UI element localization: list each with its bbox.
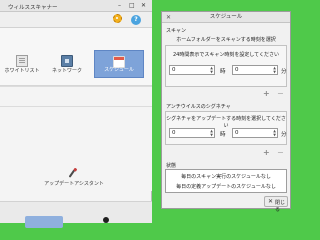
minimize-icon[interactable]: – xyxy=(118,2,121,10)
scan-hour-value: 0 xyxy=(172,67,176,73)
bottom-action-button[interactable] xyxy=(25,216,63,228)
divider xyxy=(0,86,152,87)
signature-minute-label: 分 xyxy=(281,132,287,138)
update-assistant-label: アップデートアシスタント xyxy=(44,181,104,187)
main-toolbar: ? xyxy=(0,12,152,28)
status-list: 毎日のスキャン実行のスケジュールなし 毎日の定義アップデートのスケジュールなし xyxy=(165,169,287,193)
close-icon: ✕ xyxy=(268,198,274,205)
tab-network-label: ネットワーク xyxy=(51,68,82,74)
update-assistant-button[interactable]: アップデートアシスタント xyxy=(24,169,124,187)
close-icon[interactable]: ✕ xyxy=(141,2,146,10)
whitelist-icon xyxy=(16,55,28,67)
signature-minute-spinbox[interactable]: 0 ▲ ▼ xyxy=(232,128,278,138)
spin-arrows-icon[interactable]: ▲ ▼ xyxy=(210,129,213,137)
tab-bar: ホワイトリスト ネットワーク スケジュール xyxy=(0,28,152,86)
scan-hour-spinbox[interactable]: 0 ▲ ▼ xyxy=(169,65,215,75)
main-panel: アップデートアシスタント xyxy=(0,86,152,191)
close-button[interactable]: ✕ 閉じる xyxy=(264,196,288,213)
scan-minute-label: 分 xyxy=(281,69,287,75)
settings-button[interactable] xyxy=(113,14,124,25)
help-icon[interactable]: ? xyxy=(131,15,141,25)
signature-hour-spinbox[interactable]: 0 ▲ ▼ xyxy=(169,128,215,138)
signature-minute-value: 0 xyxy=(235,130,239,136)
scan-prompt: ホームフォルダーをスキャンする時刻を選択 xyxy=(176,37,276,43)
dialog-title: スケジュール xyxy=(209,14,243,20)
status-line: 毎日のスキャン実行のスケジュールなし xyxy=(181,174,271,180)
main-titlebar[interactable]: ウィルススキャナー – □ ✕ xyxy=(0,0,152,12)
bug-icon[interactable] xyxy=(103,217,109,223)
scan-minute-spinbox[interactable]: 0 ▲ ▼ xyxy=(232,65,278,75)
scan-add-icon[interactable]: + xyxy=(263,90,270,98)
signature-instruction: シグネチャをアップデートする時刻を選択してください xyxy=(166,116,286,129)
scan-hour-label: 時 xyxy=(220,69,226,75)
signature-remove-icon[interactable]: − xyxy=(277,149,284,157)
main-window: ウィルススキャナー – □ ✕ ? ホワイトリスト ネットワーク スケジュール … xyxy=(0,0,152,228)
signature-hour-value: 0 xyxy=(172,130,176,136)
scan-remove-icon[interactable]: − xyxy=(277,90,284,98)
signature-add-icon[interactable]: + xyxy=(263,149,270,157)
tab-schedule[interactable]: スケジュール xyxy=(94,50,144,78)
status-line: 毎日の定義アップデートのスケジュールなし xyxy=(176,184,276,190)
main-bottom-bar xyxy=(0,201,152,228)
main-window-title: ウィルススキャナー xyxy=(8,5,58,11)
tab-schedule-label: スケジュール xyxy=(104,67,134,73)
tab-whitelist-label: ホワイトリスト xyxy=(4,68,40,74)
network-icon xyxy=(61,55,73,67)
signature-heading: アンチウイルスのシグネチャ xyxy=(166,104,231,110)
maximize-icon[interactable]: □ xyxy=(129,2,135,10)
gear-icon xyxy=(113,14,122,23)
tab-whitelist[interactable]: ホワイトリスト xyxy=(0,50,44,78)
scan-minute-value: 0 xyxy=(235,67,239,73)
scan-time-group: 24時間表示でスキャン時刻を設定してください 0 ▲ ▼ 時 0 ▲ ▼ 分 xyxy=(165,45,287,87)
spin-arrows-icon[interactable]: ▲ ▼ xyxy=(273,129,276,137)
spin-arrows-icon[interactable]: ▲ ▼ xyxy=(210,66,213,74)
signature-hour-label: 時 xyxy=(220,132,226,138)
pen-icon xyxy=(68,169,76,178)
scan-heading: スキャン xyxy=(166,28,187,34)
status-heading: 状態 xyxy=(166,163,177,169)
dialog-titlebar[interactable]: ✕ スケジュール xyxy=(162,12,290,23)
signature-time-group: シグネチャをアップデートする時刻を選択してください 0 ▲ ▼ 時 0 ▲ ▼ 分 xyxy=(165,111,287,145)
scan-instruction: 24時間表示でスキャン時刻を設定してください xyxy=(172,52,280,58)
spin-arrows-icon[interactable]: ▲ ▼ xyxy=(273,66,276,74)
close-button-label: 閉じる xyxy=(275,200,286,213)
tab-network[interactable]: ネットワーク xyxy=(48,50,86,78)
dialog-close-icon[interactable]: ✕ xyxy=(166,14,171,21)
divider xyxy=(0,106,152,107)
schedule-dialog: ✕ スケジュール スキャン ホームフォルダーをスキャンする時刻を選択 24時間表… xyxy=(161,11,291,213)
